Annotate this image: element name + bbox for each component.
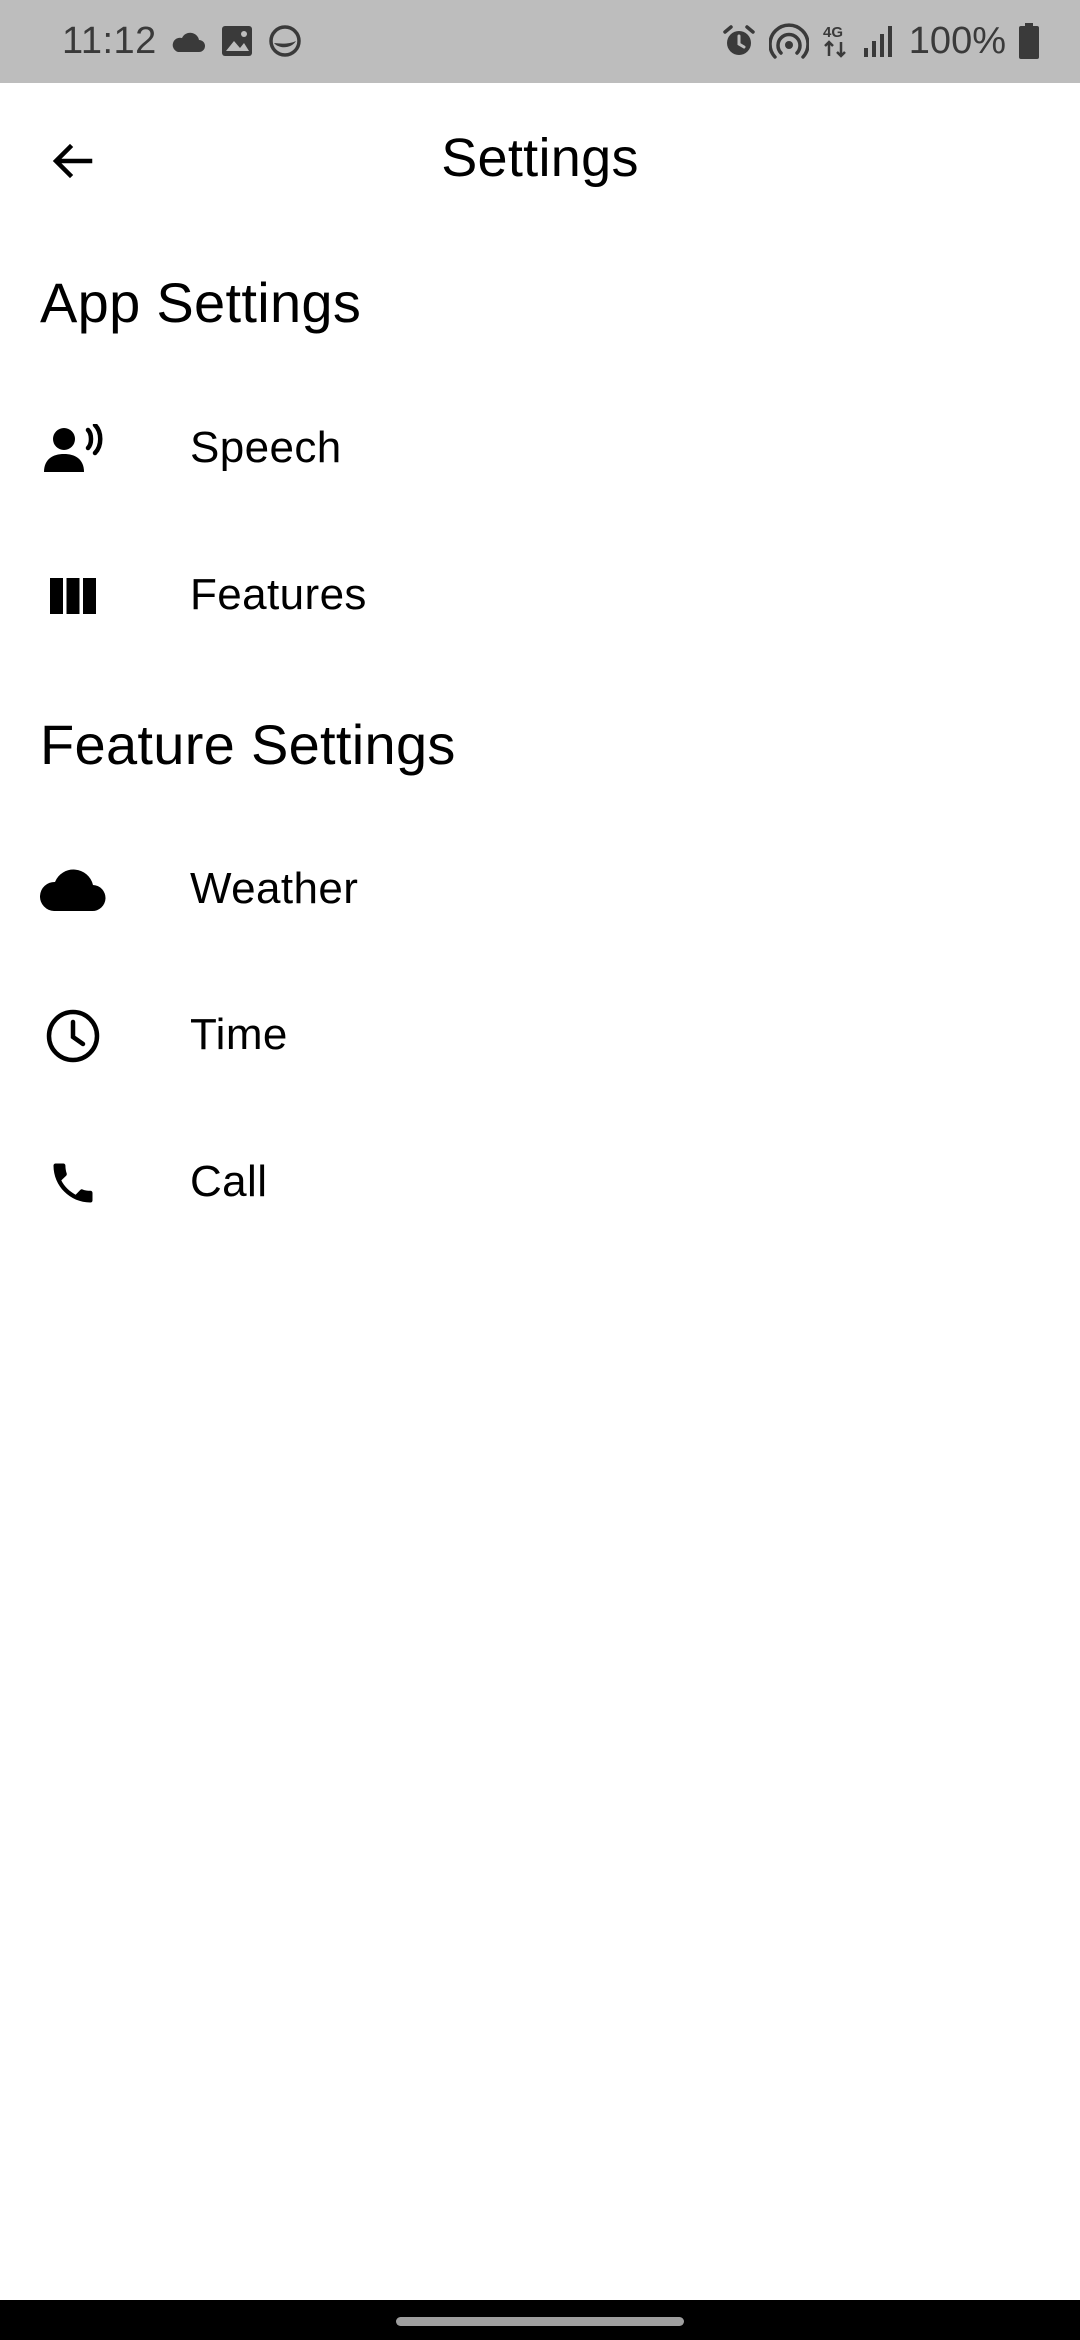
phone-icon	[38, 1155, 108, 1211]
alarm-icon	[721, 23, 757, 59]
list-item-label-weather: Weather	[190, 864, 359, 913]
list-item-call[interactable]: Call	[0, 1109, 1080, 1256]
image-icon	[220, 24, 254, 58]
list-item-label-call: Call	[190, 1157, 268, 1206]
list-item-weather[interactable]: Weather	[0, 816, 1080, 963]
status-time: 11:12	[62, 20, 157, 62]
page-title: Settings	[441, 128, 639, 188]
4g-data-icon: 4G	[821, 22, 851, 60]
cloud-icon	[38, 862, 108, 918]
list-item-label-speech: Speech	[190, 423, 342, 472]
signal-icon	[863, 24, 893, 58]
back-button[interactable]	[34, 123, 110, 199]
list-item-label-features: Features	[190, 570, 367, 619]
speaking-person-icon	[38, 421, 108, 477]
home-indicator[interactable]	[396, 2317, 684, 2326]
hotspot-icon	[768, 23, 809, 59]
app-notification-icon	[268, 24, 302, 58]
cloud-icon	[170, 28, 206, 54]
clock-icon	[38, 1008, 108, 1064]
list-item-label-time: Time	[190, 1010, 288, 1059]
list-item-time[interactable]: Time	[0, 962, 1080, 1109]
app-bar: Settings	[0, 83, 1080, 229]
status-bar: 11:12 4G 100%	[0, 0, 1080, 83]
list-item-speech[interactable]: Speech	[0, 375, 1080, 522]
status-notification-icons	[170, 22, 302, 60]
navigation-bar	[0, 2300, 1080, 2340]
list-item-features[interactable]: Features	[0, 522, 1080, 669]
battery-icon	[1018, 22, 1040, 60]
svg-text:4G: 4G	[823, 24, 843, 41]
view-column-icon	[38, 568, 108, 624]
status-system-icons: 4G 100%	[721, 18, 1040, 64]
section-header-feature-settings: Feature Settings	[40, 713, 456, 776]
arrow-left-icon	[48, 137, 96, 185]
section-header-app-settings: App Settings	[40, 271, 362, 334]
battery-percentage: 100%	[908, 20, 1006, 62]
